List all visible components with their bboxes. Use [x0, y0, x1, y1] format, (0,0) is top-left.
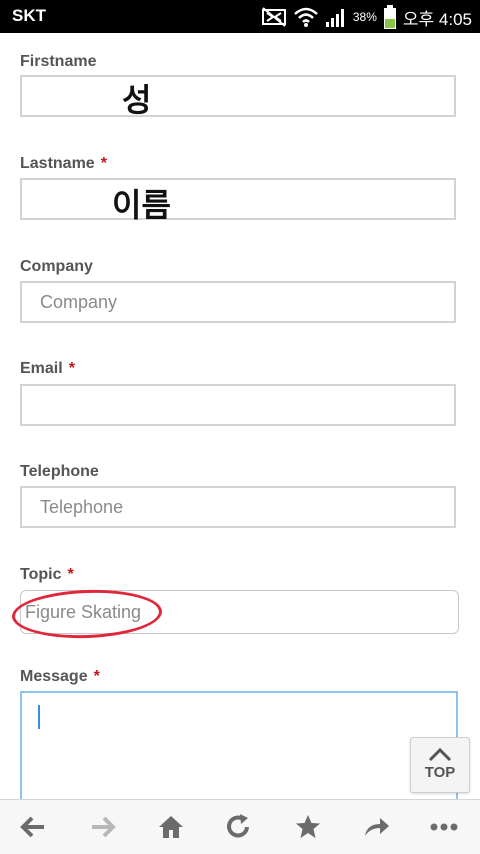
scroll-top-label: TOP — [424, 764, 456, 781]
company-field[interactable]: Company — [20, 281, 456, 323]
battery-percent: 38% — [352, 10, 377, 24]
email-field[interactable] — [20, 384, 456, 426]
topic-label: Topic * — [20, 566, 74, 584]
bookmark-icon[interactable] — [288, 812, 328, 842]
required-asterisk: * — [93, 668, 100, 685]
share-icon[interactable] — [356, 812, 396, 842]
lastname-label: Lastname * — [20, 155, 107, 173]
required-asterisk: * — [100, 155, 107, 172]
message-textarea[interactable] — [20, 691, 458, 811]
lastname-field[interactable]: 이름 — [20, 178, 456, 224]
battery-icon — [383, 5, 396, 29]
signal-icon — [325, 9, 344, 27]
wifi-icon — [294, 7, 318, 27]
firstname-field[interactable]: 성 — [20, 75, 456, 119]
company-placeholder: Company — [40, 292, 118, 312]
telephone-label: Telephone — [20, 463, 99, 481]
company-label: Company — [20, 258, 93, 276]
firstname-value: 성 — [122, 81, 152, 119]
lastname-label-text: Lastname — [20, 155, 95, 172]
status-icons: 38% 오후 4:05 — [261, 4, 472, 30]
forward-icon[interactable] — [82, 812, 122, 842]
telephone-field[interactable]: Telephone — [20, 486, 456, 528]
telephone-placeholder: Telephone — [40, 497, 124, 517]
message-label-text: Message — [20, 668, 88, 685]
email-label-text: Email — [20, 360, 63, 377]
topic-label-text: Topic — [20, 566, 62, 583]
message-label: Message * — [20, 668, 100, 686]
carrier-label: SKT — [12, 6, 46, 25]
more-icon[interactable] — [424, 812, 464, 842]
browser-toolbar — [0, 799, 480, 854]
reload-icon[interactable] — [219, 812, 259, 842]
mute-icon — [261, 7, 286, 27]
status-bar: SKT 38% 오후 4:05 — [0, 0, 480, 33]
company-label-text: Company — [20, 258, 93, 275]
home-icon[interactable] — [151, 812, 191, 842]
required-asterisk: * — [67, 566, 74, 583]
telephone-label-text: Telephone — [20, 463, 99, 480]
email-label: Email * — [20, 360, 75, 378]
clock: 오후 4:05 — [402, 9, 472, 29]
scroll-top-button[interactable]: TOP — [410, 737, 470, 793]
text-caret — [38, 705, 40, 729]
firstname-label-text: Firstname — [20, 53, 97, 70]
required-asterisk: * — [68, 360, 75, 377]
firstname-label: Firstname — [20, 53, 96, 71]
lastname-value: 이름 — [112, 186, 171, 224]
back-icon[interactable] — [14, 812, 54, 842]
